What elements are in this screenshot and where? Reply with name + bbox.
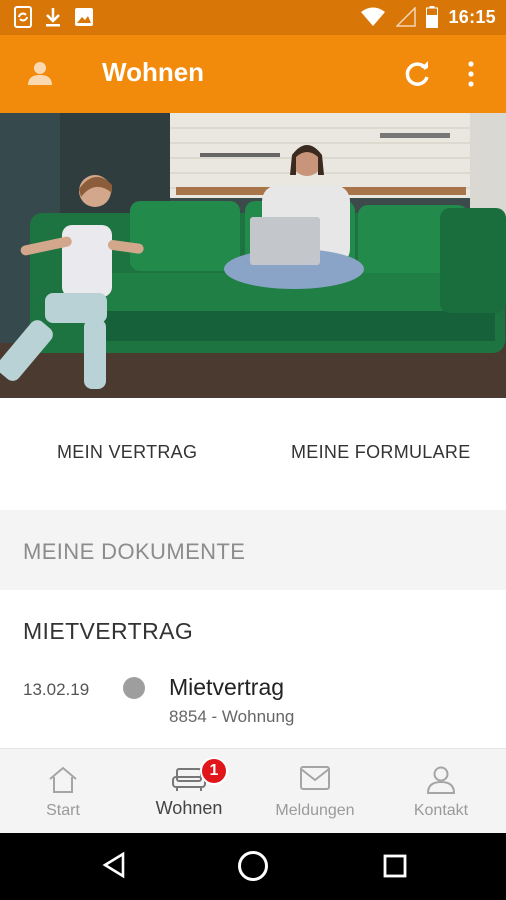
clock: 16:15 [448,6,496,27]
nav-start-label: Start [46,802,80,819]
mail-icon [300,766,330,790]
document-subtitle: 8854 - Wohnung [169,707,295,726]
my-contract-button[interactable]: MEIN VERTRAG [57,442,197,463]
signal-icon [396,7,417,27]
phone-sync-icon [14,6,32,28]
nav-wohnen[interactable]: 1 Wohnen [126,749,252,834]
home-icon [49,766,77,793]
nav-meldungen[interactable]: Meldungen [252,749,378,834]
documents-search-bar[interactable]: MEINE DOKUMENTE [0,510,506,590]
account-button[interactable] [26,59,54,92]
person-icon [426,766,456,794]
download-icon [46,8,60,27]
status-bar: 16:15 [0,0,506,35]
bottom-navigation: Start 1 Wohnen Meldungen Kontakt [0,748,506,833]
app-bar: Wohnen [0,35,506,113]
list-item[interactable]: 13.02.19 Mietvertrag 8854 - Wohnung [0,665,506,745]
home-circle-icon [238,851,268,881]
status-dot [123,677,145,699]
nav-kontakt-label: Kontakt [413,802,469,819]
nav-start[interactable]: Start [0,749,126,834]
wifi-icon [361,7,386,26]
refresh-button[interactable] [402,59,432,94]
battery-icon [426,6,439,28]
more-menu-button[interactable] [466,59,476,94]
notification-badge: 1 [200,757,228,785]
system-navigation-bar [0,833,506,900]
refresh-icon [405,61,429,86]
back-icon [102,851,125,879]
page-title: Wohnen [102,57,205,87]
documents-search-label: MEINE DOKUMENTE [23,539,246,564]
back-button[interactable] [102,851,126,884]
document-date: 13.02.19 [23,680,90,699]
my-forms-button[interactable]: MEINE FORMULARE [291,442,471,463]
hero-image [0,113,506,398]
recents-button[interactable] [383,854,407,883]
document-title: Mietvertrag [169,674,285,700]
account-icon [28,62,52,85]
nav-kontakt[interactable]: Kontakt [378,749,504,834]
hero-photo [0,113,506,398]
more-vert-icon [468,61,474,87]
section-title: MIETVERTRAG [23,618,194,644]
quick-links: MEIN VERTRAG MEINE FORMULARE [0,398,506,510]
nav-meldungen-label: Meldungen [275,802,355,819]
home-button[interactable] [237,850,269,887]
image-icon [75,8,93,26]
recents-icon [383,854,407,878]
nav-wohnen-label: Wohnen [155,798,223,818]
